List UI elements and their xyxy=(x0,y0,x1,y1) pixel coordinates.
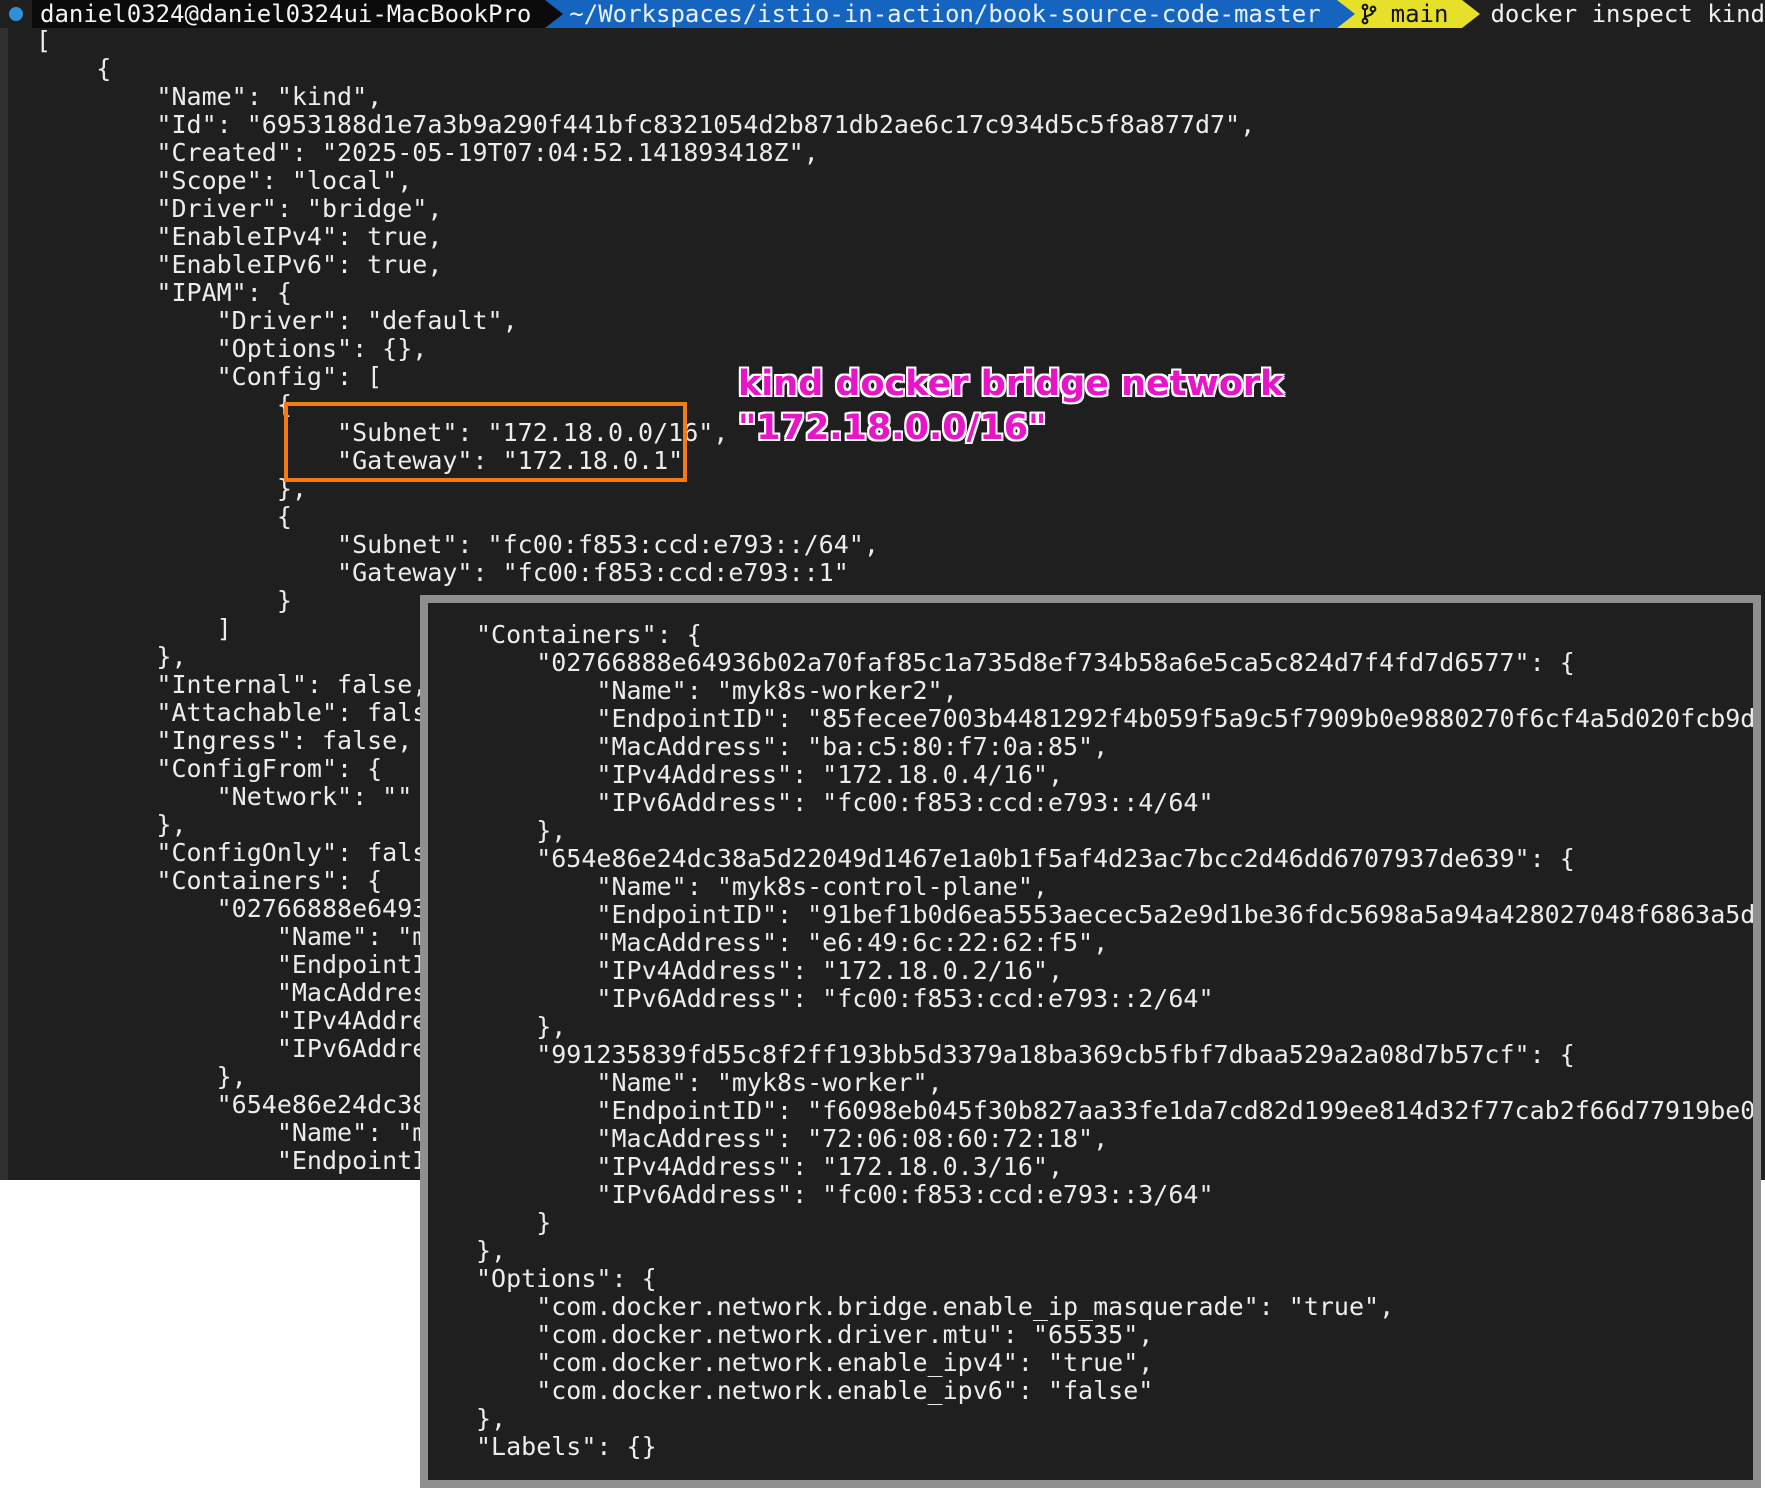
prompt-command: docker inspect kind xyxy=(1462,0,1765,28)
output-line: "IPAM": { xyxy=(36,278,292,307)
output-line: "Name": "myk8s-worker", xyxy=(476,1068,943,1097)
user-host-label: daniel0324@daniel0324ui-MacBookPro xyxy=(40,0,532,28)
output-line: "Labels": {} xyxy=(476,1432,657,1461)
output-line: "IPv6Address": "fc00:f853:ccd:e793::3/64… xyxy=(476,1180,1214,1209)
output-line: "Name": "myk8s-control-plane", xyxy=(476,872,1048,901)
output-line: "Driver": "default", xyxy=(36,306,518,335)
output-line: "Driver": "bridge", xyxy=(36,194,443,223)
output-line: "com.docker.network.bridge.enable_ip_mas… xyxy=(476,1292,1395,1321)
output-line: "Id": "6953188d1e7a3b9a290f441bfc8321054… xyxy=(36,110,1256,139)
output-line: "EnableIPv4": true, xyxy=(36,222,443,251)
annotation-line-1: kind docker bridge network xyxy=(738,364,1284,404)
output-line: "654e86e24dc38a5d22049d1467e1a0b1f5af4d2… xyxy=(476,844,1575,873)
command-text: docker inspect kind xyxy=(1490,0,1765,28)
branch-label: main xyxy=(1390,0,1449,28)
output-line: "EndpointID": "f6098eb045f30b827aa33fe1d… xyxy=(476,1096,1761,1125)
annotation-line-2: "172.18.0.0/16" xyxy=(738,408,1047,448)
output-line: { xyxy=(36,54,112,83)
output-line: "com.docker.network.enable_ipv6": "false… xyxy=(476,1376,1154,1405)
output-line: "MacAddress": "e6:49:6c:22:62:f5", xyxy=(476,928,1109,957)
terminal-gutter xyxy=(0,0,8,1180)
output-line: "Subnet": "fc00:f853:ccd:e793::/64", xyxy=(36,530,879,559)
segment-arrow-icon xyxy=(1462,0,1481,28)
git-branch-icon xyxy=(1361,3,1377,25)
prompt-status xyxy=(0,0,33,28)
prompt-user-host: daniel0324@daniel0324ui-MacBookPro xyxy=(32,0,564,28)
output-line: } xyxy=(476,1208,552,1237)
output-line: "Name": "myk8s-worker2", xyxy=(476,676,958,705)
output-line: "Gateway": "fc00:f853:ccd:e793::1" xyxy=(36,558,849,587)
output-line: { xyxy=(36,502,292,531)
output-line: [ xyxy=(36,26,52,55)
prompt-path: ~/Workspaces/istio-in-action/book-source… xyxy=(545,0,1355,28)
output-line: "Options": { xyxy=(476,1264,657,1293)
output-line: "EndpointID": "91bef1b0d6ea5553aecec5a2e… xyxy=(476,900,1761,929)
output-line: }, xyxy=(476,1012,567,1041)
zoomed-output-panel: "Containers": { "02766888e64936b02a70faf… xyxy=(420,595,1761,1488)
output-line: "Containers": { xyxy=(476,620,702,649)
output-line: "IPv6Address": "fc00:f853:ccd:e793::4/64… xyxy=(476,788,1214,817)
subnet-highlight-box xyxy=(284,402,687,482)
output-line: "IPv6Address": "fc00:f853:ccd:e793::2/64… xyxy=(476,984,1214,1013)
shell-prompt: daniel0324@daniel0324ui-MacBookPro ~/Wor… xyxy=(0,0,1765,28)
output-line: }, xyxy=(476,1236,507,1265)
output-line: "Name": "kind", xyxy=(36,82,383,111)
output-line: "02766888e64936b02a70faf85c1a735d8ef734b… xyxy=(476,648,1575,677)
output-line: "EnableIPv6": true, xyxy=(36,250,443,279)
output-line: }, xyxy=(476,1404,507,1433)
segment-arrow-icon xyxy=(545,0,564,28)
output-line: "com.docker.network.enable_ipv4": "true"… xyxy=(476,1348,1154,1377)
path-label: ~/Workspaces/istio-in-action/book-source… xyxy=(569,0,1321,28)
output-line: "Options": {}, xyxy=(36,334,428,363)
output-line: "com.docker.network.driver.mtu": "65535"… xyxy=(476,1320,1154,1349)
output-line: "MacAddress": "ba:c5:80:f7:0a:85", xyxy=(476,732,1109,761)
output-line: "IPv4Address": "172.18.0.2/16", xyxy=(476,956,1063,985)
output-line: }, xyxy=(476,816,567,845)
segment-arrow-icon xyxy=(1336,0,1355,28)
output-line: "EndpointID": "85fecee7003b4481292f4b059… xyxy=(476,704,1761,733)
output-line: "IPv4Address": "172.18.0.3/16", xyxy=(476,1152,1063,1181)
zoomed-output-text: "Containers": { "02766888e64936b02a70faf… xyxy=(476,620,1761,1461)
output-line: "IPv4Address": "172.18.0.4/16", xyxy=(476,760,1063,789)
output-line: "MacAddress": "72:06:08:60:72:18", xyxy=(476,1124,1109,1153)
output-line: "Scope": "local", xyxy=(36,166,413,195)
output-line: "Created": "2025-05-19T07:04:52.14189341… xyxy=(36,138,819,167)
output-line: "991235839fd55c8f2ff193bb5d3379a18ba369c… xyxy=(476,1040,1575,1069)
prompt-git-branch: main xyxy=(1336,0,1481,28)
status-dot-icon xyxy=(9,7,23,21)
annotation-callout: kind docker bridge network "172.18.0.0/1… xyxy=(738,362,1283,450)
